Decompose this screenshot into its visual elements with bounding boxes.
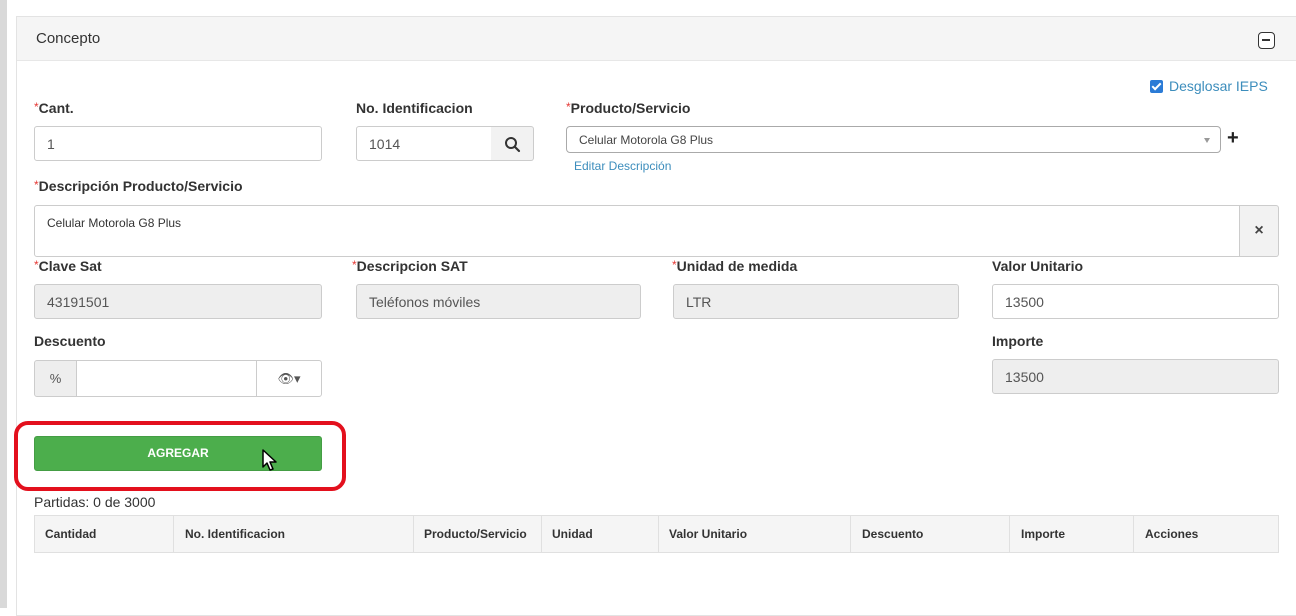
edit-description-link[interactable]: Editar Descripción xyxy=(574,159,671,173)
col-divider xyxy=(850,516,851,552)
col-importe: Importe xyxy=(1021,527,1066,541)
col-acciones: Acciones xyxy=(1145,527,1199,541)
col-divider xyxy=(658,516,659,552)
clave-sat-label: *Clave Sat xyxy=(34,258,102,274)
valor-unitario-input[interactable]: 13500 xyxy=(992,284,1279,319)
cant-input[interactable]: 1 xyxy=(34,126,322,161)
cant-label: *Cant. xyxy=(34,100,74,116)
search-icon xyxy=(505,137,521,153)
descripcion-sat-label: *Descripcion SAT xyxy=(352,258,468,274)
descripcion-sat-input: Teléfonos móviles xyxy=(356,284,641,319)
producto-select[interactable]: Celular Motorola G8 Plus xyxy=(566,126,1221,153)
col-unidad: Unidad xyxy=(552,527,593,541)
add-product-icon[interactable]: + xyxy=(1227,128,1239,148)
ieps-checkbox[interactable]: Desglosar IEPS xyxy=(1150,78,1268,94)
importe-input: 13500 xyxy=(992,359,1279,394)
no-identificacion-label: No. Identificacion xyxy=(356,100,473,116)
panel-title: Concepto xyxy=(36,30,101,47)
unidad-label: *Unidad de medida xyxy=(672,258,798,274)
producto-label: *Producto/Servicio xyxy=(566,100,691,116)
col-producto-servicio: Producto/Servicio xyxy=(424,527,527,541)
col-divider xyxy=(541,516,542,552)
eye-icon: 👁▾ xyxy=(277,371,301,386)
partidas-count: Partidas: 0 de 3000 xyxy=(34,494,156,510)
importe-label: Importe xyxy=(992,333,1044,349)
col-divider xyxy=(413,516,414,552)
col-no-identificacion: No. Identificacion xyxy=(185,527,286,541)
partidas-table-header: Cantidad No. Identificacion Producto/Ser… xyxy=(34,515,1279,553)
producto-selected-value: Celular Motorola G8 Plus xyxy=(579,133,714,147)
chevron-down-icon xyxy=(1204,138,1210,143)
left-rail xyxy=(0,0,7,608)
col-descuento: Descuento xyxy=(862,527,924,541)
panel-header: Concepto xyxy=(17,17,1296,61)
percent-addon: % xyxy=(34,360,77,397)
descripcion-textarea[interactable]: Celular Motorola G8 Plus xyxy=(34,205,1240,257)
col-valor-unitario: Valor Unitario xyxy=(669,527,748,541)
search-button[interactable] xyxy=(491,126,534,161)
col-divider xyxy=(1133,516,1134,552)
valor-unitario-label: Valor Unitario xyxy=(992,258,1084,274)
descuento-input[interactable] xyxy=(76,360,257,397)
descuento-label: Descuento xyxy=(34,333,106,349)
col-divider xyxy=(173,516,174,552)
unidad-input: LTR xyxy=(673,284,959,319)
no-identificacion-input[interactable]: 1014 xyxy=(356,126,492,161)
ieps-label: Desglosar IEPS xyxy=(1169,78,1268,94)
eye-dropdown-button[interactable]: 👁▾ xyxy=(256,360,322,397)
descripcion-label: *Descripción Producto/Servicio xyxy=(34,178,243,194)
checkbox-checked-icon[interactable] xyxy=(1150,80,1163,93)
mouse-cursor-icon xyxy=(262,449,277,471)
collapse-icon[interactable] xyxy=(1258,32,1275,49)
clave-sat-input: 43191501 xyxy=(34,284,322,319)
col-divider xyxy=(1009,516,1010,552)
close-icon: × xyxy=(1254,222,1264,239)
clear-description-button[interactable]: × xyxy=(1240,205,1279,257)
col-cantidad: Cantidad xyxy=(45,527,97,541)
